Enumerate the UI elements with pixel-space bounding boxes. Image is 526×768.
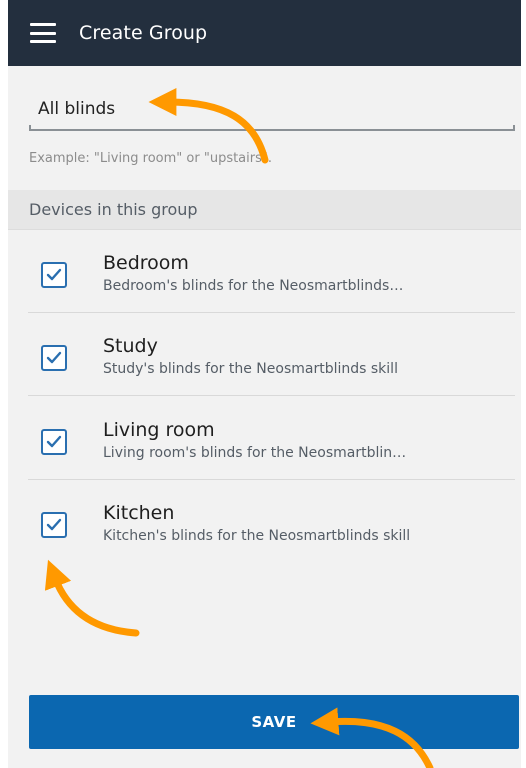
- device-description: Living room's blinds for the Neosmartbli…: [103, 445, 407, 461]
- checkmark-icon: [46, 435, 62, 448]
- devices-section-header: Devices in this group: [8, 190, 521, 230]
- device-name: Kitchen: [103, 502, 175, 524]
- screen: Create Group Example: "Living room" or "…: [8, 0, 521, 768]
- device-name: Living room: [103, 419, 215, 441]
- device-checkbox-kitchen[interactable]: [41, 512, 67, 538]
- app-bar-title: Create Group: [79, 22, 208, 44]
- row-divider: [28, 312, 515, 313]
- device-checkbox-bedroom[interactable]: [41, 262, 67, 288]
- row-divider: [28, 395, 515, 396]
- save-button[interactable]: SAVE: [29, 695, 519, 749]
- group-name-underline: [29, 125, 515, 131]
- device-description: Kitchen's blinds for the Neosmartblinds …: [103, 528, 411, 544]
- device-description: Study's blinds for the Neosmartblinds sk…: [103, 361, 398, 377]
- device-row-bedroom[interactable]: Bedroom Bedroom's blinds for the Neosmar…: [8, 231, 521, 313]
- device-checkbox-living-room[interactable]: [41, 429, 67, 455]
- device-description: Bedroom's blinds for the Neosmartblinds…: [103, 278, 404, 294]
- device-row-living-room[interactable]: Living room Living room's blinds for the…: [8, 398, 521, 480]
- devices-section-header-label: Devices in this group: [29, 200, 198, 219]
- app-bar: Create Group: [8, 0, 521, 66]
- device-checkbox-study[interactable]: [41, 345, 67, 371]
- checkmark-icon: [46, 351, 62, 364]
- checkmark-icon: [46, 518, 62, 531]
- checkmark-icon: [46, 268, 62, 281]
- group-name-input[interactable]: [29, 90, 515, 128]
- device-name: Study: [103, 335, 158, 357]
- hamburger-menu-icon[interactable]: [30, 23, 56, 43]
- row-divider: [28, 479, 515, 480]
- device-name: Bedroom: [103, 252, 189, 274]
- group-name-field[interactable]: [29, 90, 517, 131]
- device-row-kitchen[interactable]: Kitchen Kitchen's blinds for the Neosmar…: [8, 481, 521, 563]
- group-name-helper-text: Example: "Living room" or "upstairs".: [29, 151, 272, 166]
- device-row-study[interactable]: Study Study's blinds for the Neosmartbli…: [8, 314, 521, 396]
